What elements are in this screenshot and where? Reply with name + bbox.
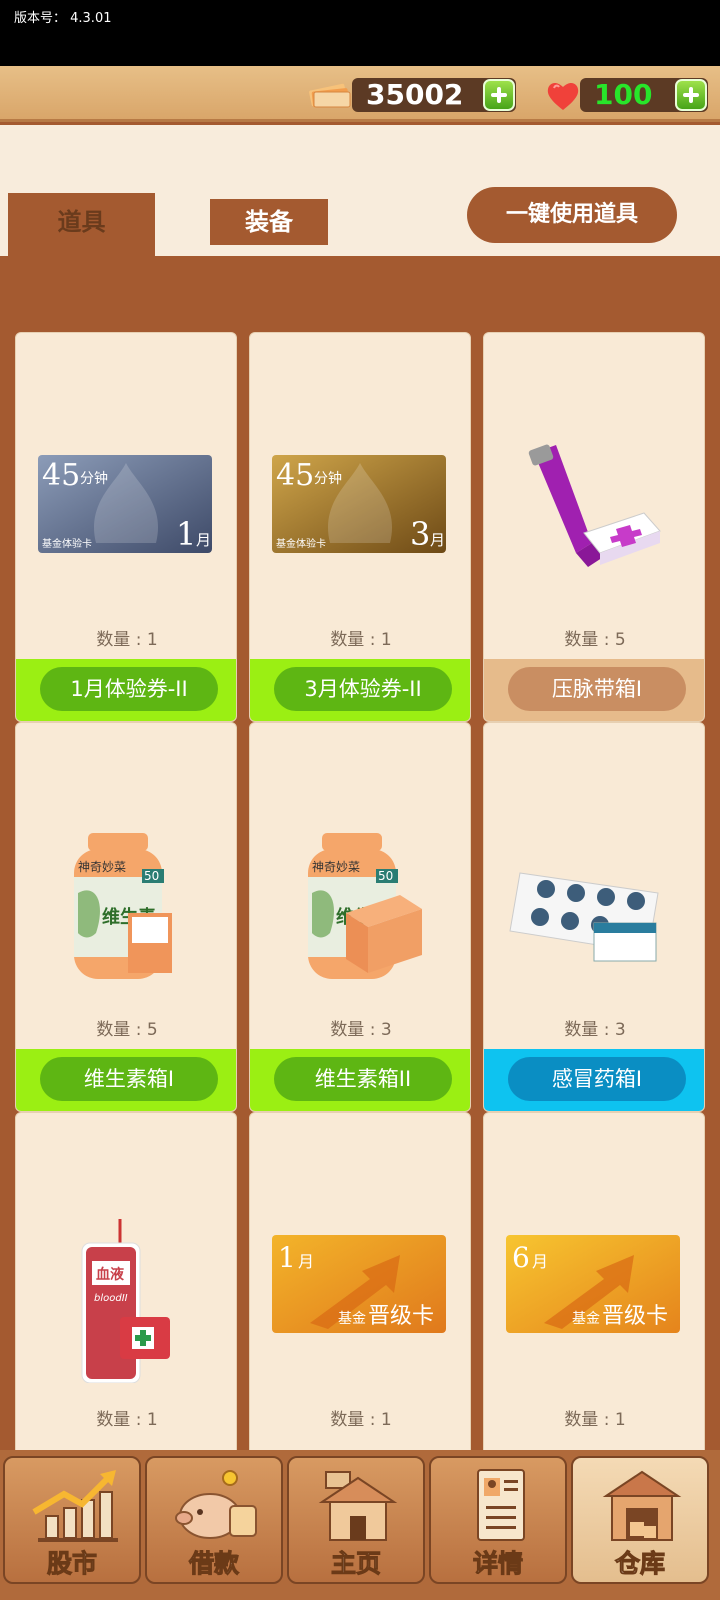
resume-document-icon xyxy=(477,1469,525,1541)
warehouse-icon xyxy=(602,1470,682,1541)
svg-text:基金体验卡: 基金体验卡 xyxy=(276,537,326,550)
item-quantity: 数量 : 1 xyxy=(564,1410,626,1430)
item-quantity: 数量 : 1 xyxy=(330,630,392,650)
currency-bar: 35002 100 xyxy=(0,66,720,122)
nav-label: 仓库 xyxy=(614,1549,665,1579)
add-money-button[interactable] xyxy=(483,79,515,111)
svg-text:基金: 基金 xyxy=(572,1310,600,1327)
item-card[interactable]: 神奇妙菜 50 维生 数量 : 3 维生素箱II xyxy=(249,722,471,1112)
item-quantity: 数量 : 1 xyxy=(330,1410,392,1430)
item-footer: 维生素箱I xyxy=(16,1049,236,1111)
svg-text:3: 3 xyxy=(410,515,430,553)
item-name-button[interactable]: 感冒药箱I xyxy=(508,1057,686,1101)
svg-text:基金体验卡: 基金体验卡 xyxy=(42,537,92,550)
hearts-counter: 100 xyxy=(580,78,708,112)
nav-stock-market[interactable]: 股市 xyxy=(3,1456,141,1584)
use-all-items-button[interactable]: 一键使用道具 xyxy=(467,187,677,243)
hearts-value: 100 xyxy=(594,78,653,111)
item-name-button[interactable]: 压脉带箱I xyxy=(508,667,686,711)
svg-text:bloodII: bloodII xyxy=(94,1293,128,1304)
svg-text:分钟: 分钟 xyxy=(80,470,108,487)
item-footer: 维生素箱II xyxy=(250,1049,470,1111)
fund-trial-card-3m-icon: 45 分钟 3 月 基金体验卡 xyxy=(272,455,446,553)
nav-label: 主页 xyxy=(330,1549,381,1579)
item-name-button[interactable]: 3月体验券-II xyxy=(274,667,452,711)
svg-text:神奇妙菜: 神奇妙菜 xyxy=(312,860,360,874)
svg-text:45: 45 xyxy=(276,458,314,493)
svg-text:50: 50 xyxy=(144,869,159,883)
svg-text:晋级卡: 晋级卡 xyxy=(368,1304,434,1329)
fund-trial-card-1m-icon: 45 分钟 1 月 基金体验卡 xyxy=(38,455,212,553)
item-card[interactable]: 数量 : 5 压脉带箱I xyxy=(483,332,705,722)
add-hearts-button[interactable] xyxy=(675,79,707,111)
vitamin-box-icon: 神奇妙菜 50 维生 xyxy=(308,833,422,979)
svg-text:50: 50 xyxy=(378,869,393,883)
svg-text:神奇妙菜: 神奇妙菜 xyxy=(78,860,126,874)
item-card[interactable]: 神奇妙菜 50 维生素 数量 : 5 维生素箱I xyxy=(15,722,237,1112)
tab-props[interactable]: 道具 xyxy=(8,193,155,256)
item-quantity: 数量 : 3 xyxy=(330,1020,392,1040)
fund-upgrade-card-6m-icon: 6 月 基金 晋级卡 xyxy=(506,1235,680,1333)
item-name-button[interactable]: 维生素箱II xyxy=(274,1057,452,1101)
nav-warehouse[interactable]: 仓库 xyxy=(571,1456,709,1584)
svg-text:血液: 血液 xyxy=(96,1266,125,1283)
svg-text:月: 月 xyxy=(298,1252,314,1271)
item-footer: 1月体验券-II xyxy=(16,659,236,721)
item-quantity: 数量 : 1 xyxy=(96,630,158,650)
inventory-grid: 45 分钟 1 月 基金体验卡 数量 : 1 1月体验券-II 45 分钟 3 … xyxy=(0,256,720,1502)
tab-equipment[interactable]: 装备 xyxy=(210,199,328,245)
svg-text:基金: 基金 xyxy=(338,1310,366,1327)
svg-text:月: 月 xyxy=(430,531,445,549)
item-footer: 3月体验券-II xyxy=(250,659,470,721)
heart-icon xyxy=(547,82,579,110)
item-card[interactable]: 1 月 基金 晋级卡 数量 : 1 xyxy=(249,1112,471,1502)
nav-label: 详情 xyxy=(472,1549,523,1579)
stock-chart-icon xyxy=(32,1470,118,1542)
item-card[interactable]: 数量 : 3 感冒药箱I xyxy=(483,722,705,1112)
item-quantity: 数量 : 3 xyxy=(564,1020,626,1040)
svg-text:分钟: 分钟 xyxy=(314,470,342,487)
cash-icon xyxy=(309,83,351,108)
svg-text:晋级卡: 晋级卡 xyxy=(602,1304,668,1329)
item-footer: 感冒药箱I xyxy=(484,1049,704,1111)
nav-label: 借款 xyxy=(188,1549,239,1579)
item-card[interactable]: 血液 bloodII 数量 : 1 xyxy=(15,1112,237,1502)
money-value: 35002 xyxy=(366,78,464,111)
cold-medicine-box-icon xyxy=(509,872,659,962)
tourniquet-box-icon xyxy=(528,444,661,567)
item-card[interactable]: 45 分钟 1 月 基金体验卡 数量 : 1 1月体验券-II xyxy=(15,332,237,722)
status-bar: 版本号： 4.3.01 xyxy=(0,0,720,66)
svg-text:1: 1 xyxy=(278,1241,296,1274)
item-name-button[interactable]: 维生素箱I xyxy=(40,1057,218,1101)
bottom-navigation: 股市 借款 主页 详情 仓库 xyxy=(0,1450,720,1600)
item-name-button[interactable]: 1月体验券-II xyxy=(40,667,218,711)
svg-text:1: 1 xyxy=(176,515,196,553)
item-card[interactable]: 45 分钟 3 月 基金体验卡 数量 : 1 3月体验券-II xyxy=(249,332,471,722)
tab-area: 道具 装备 一键使用道具 xyxy=(0,125,720,256)
item-card[interactable]: 6 月 基金 晋级卡 数量 : 1 xyxy=(483,1112,705,1502)
item-quantity: 数量 : 1 xyxy=(96,1410,158,1430)
fund-upgrade-card-1m-icon: 1 月 基金 晋级卡 xyxy=(272,1235,446,1333)
blood-bag-icon: 血液 bloodII xyxy=(81,1219,170,1383)
vitamin-bottle-icon: 神奇妙菜 50 维生素 xyxy=(74,833,172,979)
nav-details[interactable]: 详情 xyxy=(429,1456,567,1584)
item-quantity: 数量 : 5 xyxy=(96,1020,158,1040)
nav-loan[interactable]: 借款 xyxy=(145,1456,283,1584)
money-counter: 35002 xyxy=(352,78,516,112)
item-footer: 压脉带箱I xyxy=(484,659,704,721)
house-icon xyxy=(318,1471,398,1541)
nav-home[interactable]: 主页 xyxy=(287,1456,425,1584)
svg-text:6: 6 xyxy=(512,1241,530,1274)
piggy-bank-icon xyxy=(175,1470,257,1539)
svg-text:月: 月 xyxy=(196,531,211,549)
nav-label: 股市 xyxy=(46,1549,97,1579)
version-label: 版本号： 4.3.01 xyxy=(14,11,112,26)
item-quantity: 数量 : 5 xyxy=(564,630,626,650)
svg-text:45: 45 xyxy=(42,458,80,493)
svg-text:月: 月 xyxy=(532,1252,548,1271)
